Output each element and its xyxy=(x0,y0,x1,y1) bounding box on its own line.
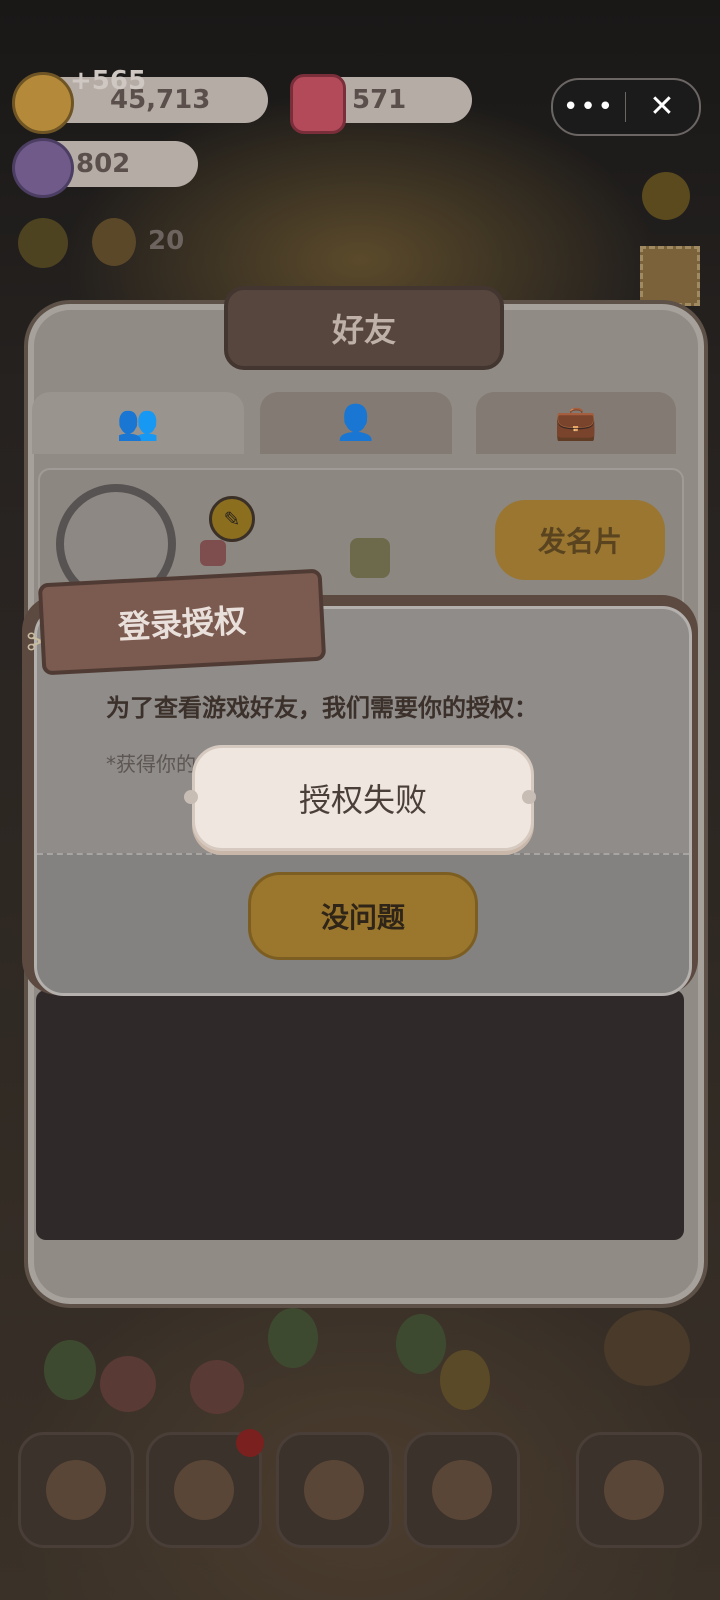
coin-gain-text: +565 xyxy=(70,66,147,96)
tab-bag[interactable]: 💼 xyxy=(476,392,676,454)
add-friend-icon: 👤 xyxy=(334,403,378,443)
gift-icon xyxy=(200,540,226,566)
mini-program-capsule: ••• ✕ xyxy=(551,78,701,136)
tab-friends[interactable]: 👥 xyxy=(32,392,244,454)
bag-icon: 💼 xyxy=(554,403,598,443)
mascot-red xyxy=(100,1356,156,1412)
auth-message: 为了查看游戏好友，我们需要你的授权： xyxy=(106,694,538,722)
toast-left-dot xyxy=(184,790,198,804)
candy-count: 802 xyxy=(76,149,131,179)
send-card-button[interactable]: 发名片 xyxy=(495,500,665,580)
panel-title: 好友 xyxy=(224,286,504,370)
auth-subtext: *获得你的 xyxy=(106,752,196,776)
notification-badge xyxy=(236,1429,264,1457)
mascot-green xyxy=(44,1340,96,1400)
helper-count: 20 xyxy=(148,226,185,256)
nav-shop[interactable] xyxy=(404,1432,520,1548)
jelly-icon xyxy=(290,74,346,134)
nav-fish[interactable] xyxy=(576,1432,702,1548)
friends-icon: 👥 xyxy=(116,403,160,443)
close-button[interactable]: ✕ xyxy=(626,80,698,134)
jelly-count: 571 xyxy=(352,85,407,115)
cookie-icon xyxy=(12,72,74,134)
mascot-green-3 xyxy=(396,1314,446,1374)
chef-mascot[interactable] xyxy=(604,1310,690,1386)
friends-list-area xyxy=(36,990,684,1240)
shop-icon xyxy=(432,1460,492,1520)
fish-icon xyxy=(604,1460,664,1520)
nav-house[interactable] xyxy=(18,1432,134,1548)
house-icon xyxy=(46,1460,106,1520)
mascot-pink xyxy=(190,1360,244,1414)
flower-icon xyxy=(642,172,690,220)
stamp-icon xyxy=(640,246,700,306)
toast-right-dot xyxy=(522,790,536,804)
ok-button[interactable]: 没问题 xyxy=(248,872,478,960)
decor-icon xyxy=(350,538,390,578)
bread-icon xyxy=(174,1460,234,1520)
cake-icon xyxy=(304,1460,364,1520)
toast-text: 授权失败 xyxy=(298,781,427,819)
helper-icon xyxy=(92,218,136,266)
auth-modal-title: 登录授权 xyxy=(37,568,327,676)
auth-failed-toast: 授权失败 xyxy=(192,745,534,851)
sun-icon[interactable] xyxy=(18,218,68,268)
candy-icon xyxy=(12,138,74,198)
tab-add-friend[interactable]: 👤 xyxy=(260,392,452,454)
edit-pen-icon[interactable]: ✎ xyxy=(209,496,255,542)
nav-cake[interactable] xyxy=(276,1432,392,1548)
mascot-green-2 xyxy=(268,1308,318,1368)
mascot-yellow xyxy=(440,1350,490,1410)
more-button[interactable]: ••• xyxy=(553,80,625,134)
